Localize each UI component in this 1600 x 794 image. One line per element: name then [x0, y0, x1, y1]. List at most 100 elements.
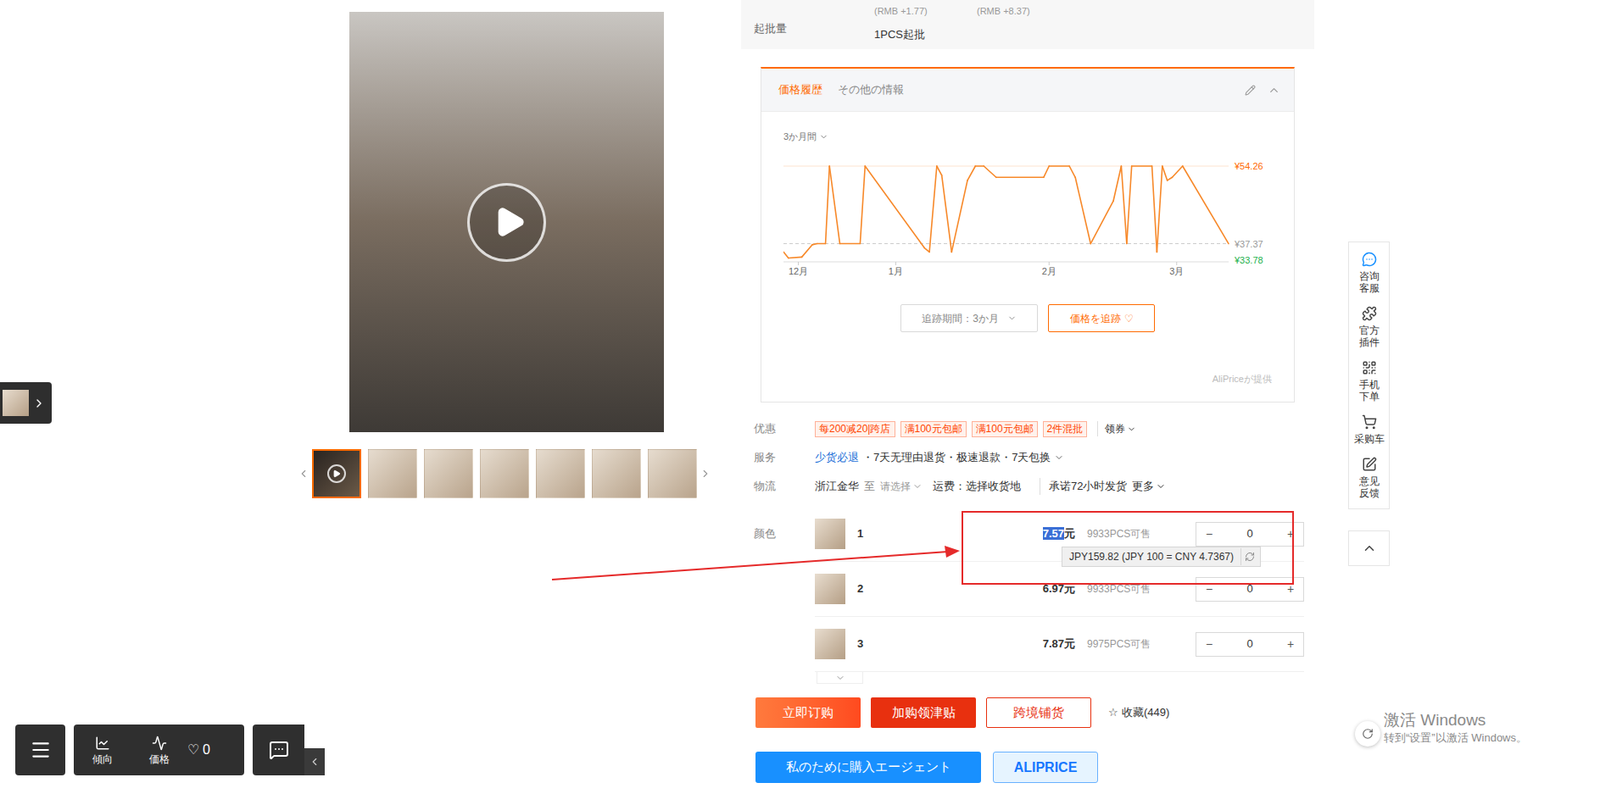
services-dropdown-icon[interactable]	[1053, 452, 1065, 463]
tool-item[interactable]: 価格	[130, 735, 188, 766]
increase-button[interactable]: +	[1277, 635, 1304, 654]
sidebar-item[interactable]: 采购车	[1354, 408, 1385, 452]
thumbnail[interactable]	[479, 449, 530, 499]
action-button[interactable]: 立即订购	[755, 697, 861, 729]
quantity-input[interactable]: 0	[1246, 525, 1253, 543]
variant-thumbnail[interactable]	[814, 518, 846, 550]
product-video[interactable]	[349, 11, 664, 433]
menu-button[interactable]	[15, 724, 66, 776]
price-segment	[1126, 166, 1132, 245]
period-dropdown-icon	[1007, 313, 1017, 324]
currency-switch-icon[interactable]	[1244, 551, 1255, 563]
row-label: 物流	[753, 478, 815, 496]
price-segment	[942, 175, 953, 253]
decrease-button[interactable]: −	[1196, 580, 1222, 599]
coupon-dropdown-icon	[1126, 424, 1137, 435]
collapse-left-icon	[308, 756, 321, 769]
offer-tag: 2件混批	[1042, 421, 1088, 438]
price-segment	[1162, 166, 1168, 181]
destination-dropdown-icon	[912, 481, 923, 492]
service-item: 7天无理由退货	[873, 449, 946, 467]
chat-button[interactable]	[252, 724, 305, 776]
service-item[interactable]: 少货必退	[814, 449, 859, 467]
feedback-icon	[1361, 457, 1378, 473]
moq-value: 1PCS起批	[874, 27, 1080, 43]
coupon-link[interactable]: 领券	[1097, 421, 1137, 437]
quantity-stepper: −0+	[1195, 577, 1305, 603]
price-segment	[996, 176, 1044, 179]
price-segment	[1156, 166, 1162, 252]
tool-group: 傾向価格♡0	[73, 724, 245, 776]
month-label: 12月	[788, 266, 809, 277]
origin: 浙江金华	[814, 478, 859, 496]
mobile-order-icon	[1361, 360, 1378, 376]
thumbnail[interactable]	[591, 449, 642, 499]
card-tab[interactable]: その他の情報	[837, 81, 904, 99]
price-segment	[783, 251, 789, 258]
chart-tick	[1176, 262, 1177, 266]
floating-round-button[interactable]	[1354, 721, 1381, 748]
back-to-top[interactable]	[1348, 530, 1390, 567]
separator: ・	[1000, 449, 1012, 467]
collapse-icon[interactable]	[1267, 83, 1281, 97]
price-segment	[929, 166, 937, 252]
variant-thumbnail[interactable]	[814, 574, 846, 605]
period-button[interactable]: 追跡期間：3か月	[900, 304, 1038, 333]
agent-button[interactable]: 私のために購入エージェント	[755, 752, 982, 784]
prev-arrow-icon[interactable]	[297, 468, 310, 480]
more-link[interactable]: 更多	[1131, 478, 1166, 496]
price-segment	[1075, 177, 1091, 244]
favorite-button[interactable]: ☆收藏(449)	[1108, 704, 1170, 722]
thumbnail[interactable]	[423, 449, 474, 499]
price-segment	[1182, 166, 1229, 245]
thumbnail[interactable]	[312, 449, 362, 499]
sidebar-item[interactable]: 手机下单	[1359, 354, 1380, 409]
quantity-input[interactable]: 0	[1246, 635, 1253, 653]
sidebar-item[interactable]: 咨询客服	[1359, 245, 1380, 301]
price-segment	[840, 243, 861, 246]
range-select[interactable]: 3か月間	[783, 129, 1272, 144]
next-arrow-icon[interactable]	[699, 468, 712, 480]
price-segment	[859, 166, 865, 245]
action-button[interactable]: 加购领津贴	[870, 697, 976, 729]
price-segment	[975, 165, 984, 168]
gallery	[295, 0, 718, 784]
price-segment	[951, 180, 968, 252]
to: 至	[864, 478, 876, 496]
product-info: 起批量(RMB +1.77)(RMB +8.37)1PCS起批価格履歴その他の情…	[741, 0, 1315, 784]
row-label: 优惠	[753, 420, 815, 438]
price-segment	[1131, 165, 1153, 168]
action-button[interactable]: 跨境铺货	[986, 697, 1092, 729]
expand-variants[interactable]	[816, 672, 864, 685]
decrease-button[interactable]: −	[1196, 525, 1222, 544]
edit-icon[interactable]	[1244, 84, 1256, 96]
logistics-row: 物流浙江金华至请选择运费：选择收货地承诺72小时发货更多	[741, 472, 1315, 502]
left-floating-tab[interactable]	[0, 382, 52, 424]
sidebar-item[interactable]: 意见反馈	[1359, 451, 1380, 506]
card-tab[interactable]: 価格履歴	[778, 81, 823, 99]
thumbnail[interactable]	[367, 449, 418, 499]
variant-price: 7.57元	[874, 525, 1076, 543]
offer-tag: 满100元包邮	[900, 421, 967, 438]
collapse-toolbar[interactable]	[304, 748, 325, 776]
like-counter[interactable]: ♡0	[187, 740, 211, 761]
expand-icon	[835, 673, 846, 684]
destination-select[interactable]: 请选择	[880, 479, 923, 495]
play-button[interactable]	[467, 183, 547, 263]
thumbnail[interactable]	[535, 449, 586, 499]
arrow-up-icon	[1361, 540, 1378, 557]
sidebar-item[interactable]: 官方插件	[1359, 300, 1380, 355]
aliprice-button[interactable]: ALIPRICE	[992, 752, 1099, 784]
variant-price: 7.87元	[874, 635, 1076, 653]
price-segment	[817, 243, 826, 246]
increase-button[interactable]: +	[1277, 580, 1304, 599]
increase-button[interactable]: +	[1277, 525, 1304, 544]
tool-item[interactable]: 傾向	[73, 735, 131, 766]
variant-thumbnail[interactable]	[814, 629, 846, 660]
expand-tab-icon	[32, 396, 46, 411]
price-segment	[936, 166, 943, 176]
decrease-button[interactable]: −	[1196, 635, 1222, 654]
track-button[interactable]: 価格を追跡♡	[1048, 304, 1155, 333]
thumbnail[interactable]	[647, 449, 697, 499]
price-segment	[983, 166, 997, 178]
